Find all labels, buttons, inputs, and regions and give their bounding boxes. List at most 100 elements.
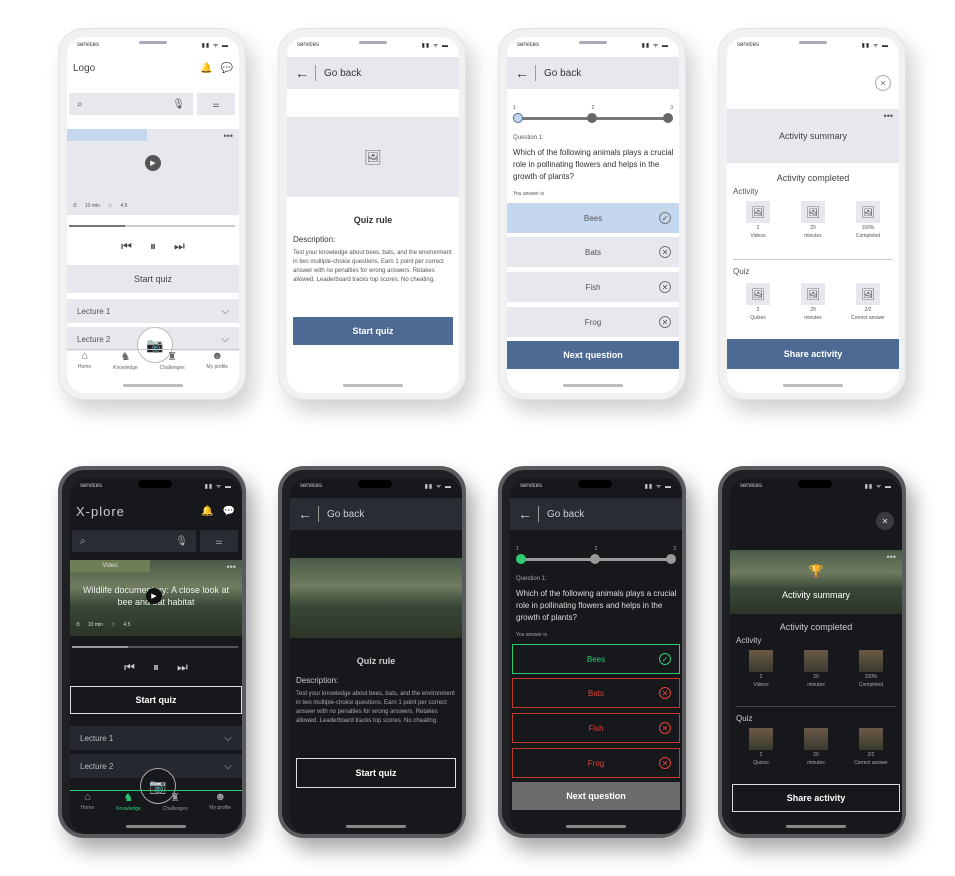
option-frog[interactable]: Frog ✕ <box>507 307 679 337</box>
stat-label: Quizes <box>750 315 766 321</box>
option-fish[interactable]: Fish ✕ <box>512 713 680 743</box>
video-card[interactable]: Video ••• Wildlife documentary: A close … <box>70 560 242 636</box>
star-icon: ☆ <box>107 203 113 209</box>
go-back-link[interactable]: Go back <box>544 68 581 79</box>
chat-icon[interactable]: 💬 <box>223 506 236 517</box>
video-tag <box>67 129 147 141</box>
progress-track[interactable] <box>72 646 238 648</box>
header: ← Go back <box>510 498 682 530</box>
next-question-button[interactable]: Next question <box>507 341 679 369</box>
share-activity-button[interactable]: Share activity <box>732 784 900 812</box>
app-logo: Logo <box>73 63 96 74</box>
stat-value: 2 <box>756 307 760 313</box>
more-icon[interactable]: ••• <box>887 552 896 562</box>
description-label: Description: <box>293 235 336 244</box>
play-icon[interactable]: ▶ <box>146 588 162 604</box>
screen: services ▮▮ ᯤ ▬ Logo 🔔 💬 ⌕ 🎙 ⚌ ••• ▶ ⏱ 10 m… <box>67 37 239 393</box>
mic-icon[interactable]: 🎙 <box>172 99 185 110</box>
signal-icon: ▮▮ ᯤ ▬ <box>421 43 449 49</box>
timer-icon: ⏱ <box>73 203 77 209</box>
option-bats[interactable]: Bats ✕ <box>507 237 679 267</box>
stat-value: 20 <box>813 674 819 680</box>
back-arrow-icon[interactable]: ← <box>295 65 316 81</box>
step-label: 2 <box>591 105 595 111</box>
nav-profile[interactable]: ☻ My profile <box>206 350 228 379</box>
close-icon[interactable]: ✕ <box>876 512 894 530</box>
share-activity-button[interactable]: Share activity <box>727 339 899 369</box>
phone-question-light: services ▮▮ ᯤ ▬ ← Go back 123 Question 1: … <box>498 28 686 400</box>
home-indicator <box>786 825 846 828</box>
back-arrow-icon[interactable]: ← <box>518 506 539 522</box>
stat-label: minutes <box>807 682 825 688</box>
nav-knowledge[interactable]: ♞ Knowledge <box>116 791 141 820</box>
description-label: Description: <box>296 676 339 685</box>
pause-icon[interactable]: ⏸ <box>153 660 159 675</box>
more-icon[interactable]: ••• <box>227 562 236 572</box>
more-icon[interactable]: ••• <box>884 111 893 121</box>
back-arrow-icon[interactable]: ← <box>298 506 319 522</box>
nav-challenges[interactable]: ♜ Challenges <box>160 350 185 379</box>
back-arrow-icon[interactable]: ← <box>515 65 536 81</box>
stat-label: minutes <box>804 233 822 239</box>
search-icon: ⌕ <box>77 98 83 110</box>
start-quiz-button[interactable]: Start quiz <box>70 686 242 714</box>
go-back-link[interactable]: Go back <box>324 68 361 79</box>
pause-icon[interactable]: ⏸ <box>150 239 156 254</box>
skip-back-icon[interactable]: ⏮ <box>121 239 132 254</box>
filter-button[interactable]: ⚌ <box>197 93 235 115</box>
stat-quizes: 🖼 2 Quizes <box>733 283 783 321</box>
close-icon[interactable]: ✕ <box>875 75 891 91</box>
filter-button[interactable]: ⚌ <box>200 530 238 552</box>
stat-completed: 100% Completed <box>846 650 896 688</box>
nav-home[interactable]: ⌂ Home <box>78 350 91 379</box>
nav-label: Challenges <box>159 365 185 371</box>
phone-summary-dark: services ▮▮ ᯤ ▬ ✕ ••• 🏆 Activity summary … <box>718 466 906 838</box>
mic-icon[interactable]: 🎙 <box>175 536 188 547</box>
stat-quizes: 2 Quizes <box>736 728 786 766</box>
option-bats[interactable]: Bats ✕ <box>512 678 680 708</box>
nav-profile[interactable]: ☻ My profile <box>209 791 231 820</box>
nav-home[interactable]: ⌂ Home <box>81 791 94 820</box>
start-quiz-button[interactable]: Start quiz <box>296 758 456 788</box>
nav-challenges[interactable]: ♜ Challenges <box>163 791 188 820</box>
signal-icon: ▮▮ ᯤ ▬ <box>861 43 889 49</box>
skip-forward-icon[interactable]: ⏭ <box>174 239 185 254</box>
option-bees[interactable]: Bees ✓ <box>512 644 680 674</box>
lecture-1[interactable]: Lecture 1 ⌵ <box>67 299 239 323</box>
video-card[interactable]: ••• ▶ ⏱ 10 min ☆ 4.5 <box>67 129 239 215</box>
more-icon[interactable]: ••• <box>224 131 233 141</box>
nav-label: Knowledge <box>113 365 138 371</box>
stepper-labels: 1 2 3 <box>513 105 673 111</box>
play-icon[interactable]: ▶ <box>145 155 161 171</box>
search-input[interactable]: ⌕ 🎙 <box>69 93 193 115</box>
search-input[interactable]: ⌕ 🎙 <box>72 530 196 552</box>
stat-minutes: 🖼 20 minutes <box>788 201 838 239</box>
nav-label: Home <box>77 364 92 370</box>
skip-forward-icon[interactable]: ⏭ <box>177 660 188 675</box>
video-tag: Video <box>70 560 150 572</box>
signal-icon: ▮▮ ᯤ ▬ <box>424 484 452 490</box>
stat-label: Correct answer <box>851 315 885 321</box>
option-fish[interactable]: Fish ✕ <box>507 272 679 302</box>
go-back-link[interactable]: Go back <box>547 509 584 520</box>
signal-icon: ▮▮ ᯤ ▬ <box>201 43 229 49</box>
chat-icon[interactable]: 💬 <box>221 63 233 74</box>
skip-back-icon[interactable]: ⏮ <box>124 660 135 675</box>
option-bees[interactable]: Bees ✓ <box>507 203 679 233</box>
notch <box>578 480 612 488</box>
cross-icon: ✕ <box>659 246 671 258</box>
next-question-button[interactable]: Next question <box>512 782 680 810</box>
start-quiz-button[interactable]: Start quiz <box>67 265 239 293</box>
bell-icon[interactable]: 🔔 <box>200 63 212 74</box>
progress-track[interactable] <box>69 225 235 227</box>
stat-value: 20 <box>810 225 816 231</box>
duration-label: 10 min <box>87 622 103 628</box>
bell-icon[interactable]: 🔔 <box>201 506 214 517</box>
option-frog[interactable]: Frog ✕ <box>512 748 680 778</box>
chevron-down-icon: ⌵ <box>221 305 229 317</box>
nav-knowledge[interactable]: ♞ Knowledge <box>113 350 138 379</box>
go-back-link[interactable]: Go back <box>327 509 364 520</box>
lecture-1[interactable]: Lecture 1 ⌵ <box>70 726 242 750</box>
start-quiz-button[interactable]: Start quiz <box>293 317 453 345</box>
activity-heading: Activity <box>733 187 759 196</box>
